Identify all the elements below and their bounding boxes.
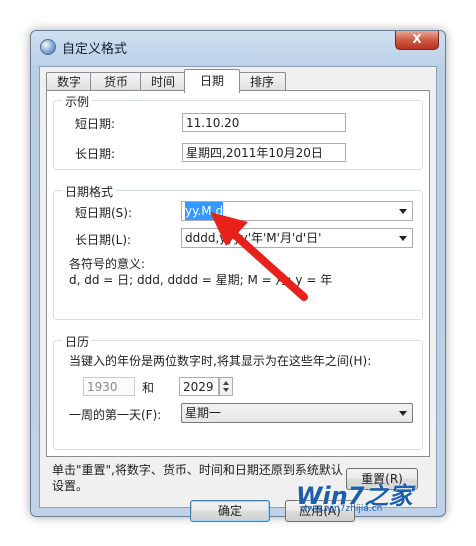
custom-format-dialog: 自定义格式 X 数字 货币 时间 日期 排序 示例 短日期: 11.10.20 … (30, 30, 446, 522)
chevron-down-icon[interactable] (399, 236, 407, 241)
watermark-logo: Win7之家 www.win7zhijia.cn (278, 470, 438, 516)
chevron-down-icon[interactable] (399, 411, 407, 416)
close-button[interactable]: X (395, 31, 439, 50)
short-date-format-input[interactable]: yy.M.d (185, 202, 224, 220)
symbols-meaning-title: 各符号的意义: (69, 257, 146, 271)
symbols-meaning-text: d, dd = 日; ddd, dddd = 星期; M = 月; y = 年 (69, 273, 333, 287)
title-bar: 自定义格式 X (31, 31, 445, 59)
calendar-group: 日历 当键入的年份是两位数字时,将其显示为在这些年之间(H): 1930 和 2… (53, 333, 423, 450)
short-date-format-label: 短日期(S): (75, 206, 133, 220)
example-short-date-value: 11.10.20 (182, 113, 346, 132)
date-formats-group: 日期格式 短日期(S): yy.M.d 长日期(L): dddd,yyyy'年'… (53, 183, 423, 320)
long-date-format-input[interactable]: dddd,yyyy'年'M'月'd'日' (185, 229, 321, 247)
spin-up-icon[interactable] (223, 381, 229, 385)
examples-legend: 示例 (62, 93, 93, 110)
example-long-date-value: 星期四,2011年10月20日 (182, 143, 346, 162)
year-range-and-label: 和 (142, 381, 155, 395)
calendar-legend: 日历 (62, 333, 93, 350)
tab-time[interactable]: 时间 (140, 72, 186, 91)
first-day-of-week-dropdown[interactable]: 星期一 (181, 403, 413, 423)
first-day-of-week-label: 一周的第一天(F): (69, 408, 162, 422)
example-short-date-label: 短日期: (75, 117, 116, 131)
globe-icon (40, 39, 56, 55)
tab-sort[interactable]: 排序 (238, 72, 286, 91)
ok-button[interactable]: 确定 (190, 500, 270, 522)
year-range-start-field: 1930 (83, 377, 135, 396)
short-date-format-combobox[interactable]: yy.M.d (181, 201, 413, 221)
two-digit-year-label: 当键入的年份是两位数字时,将其显示为在这些年之间(H): (69, 354, 372, 368)
date-tab-panel: 示例 短日期: 11.10.20 长日期: 星期四,2011年10月20日 日期… (46, 90, 430, 457)
long-date-format-combobox[interactable]: dddd,yyyy'年'M'月'd'日' (181, 228, 413, 248)
first-day-of-week-value: 星期一 (185, 406, 222, 420)
date-formats-legend: 日期格式 (62, 183, 117, 200)
tab-currency[interactable]: 货币 (90, 72, 142, 91)
tab-number[interactable]: 数字 (46, 72, 92, 91)
watermark-url: www.win7zhijia.cn (300, 504, 383, 514)
window-title: 自定义格式 (62, 42, 128, 57)
spin-down-icon[interactable] (223, 388, 229, 392)
year-range-end-input[interactable]: 2029 (179, 377, 219, 396)
tab-date[interactable]: 日期 (184, 69, 240, 93)
dialog-client-area: 数字 货币 时间 日期 排序 示例 短日期: 11.10.20 长日期: 星期四… (39, 66, 437, 522)
example-long-date-label: 长日期: (75, 147, 116, 161)
year-range-end-spinner[interactable] (219, 377, 233, 396)
long-date-format-label: 长日期(L): (75, 233, 132, 247)
chevron-down-icon[interactable] (399, 209, 407, 214)
examples-group: 示例 短日期: 11.10.20 长日期: 星期四,2011年10月20日 (53, 93, 423, 170)
